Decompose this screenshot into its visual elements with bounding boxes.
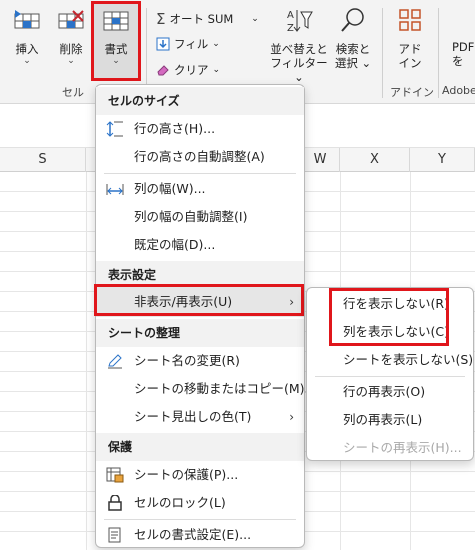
row-height-item[interactable]: 行の高さ(H)... — [96, 115, 304, 143]
hide-sheet-item[interactable]: シートを表示しない(S) — [307, 346, 473, 374]
autofit-row-label: 行の高さの自動調整(A) — [134, 149, 265, 164]
find-select-button[interactable]: 検索と 選択 ⌄ — [330, 6, 376, 70]
addins-grid-icon — [399, 9, 421, 31]
protect-sheet-icon — [106, 467, 124, 483]
group-label-cells: セル — [62, 86, 84, 99]
group-divider — [438, 8, 439, 98]
sort-filter-icon: A Z — [287, 10, 313, 34]
chevron-right-icon: › — [289, 410, 294, 424]
column-header-W[interactable]: W — [300, 148, 340, 172]
section-organize-sheets: シートの整理 — [96, 319, 304, 347]
format-cells-label: セルの書式設定(E)... — [134, 527, 252, 542]
format-dropdown-menu: セルのサイズ 行の高さ(H)... 行の高さの自動調整(A) 列の幅(W)...… — [95, 84, 316, 549]
grid-line — [86, 172, 87, 550]
section-cell-size: セルのサイズ — [96, 87, 304, 115]
fill-label: フィル — [174, 37, 209, 51]
sort-filter-button[interactable]: A Z 並べ替えと フィルター ⌄ — [270, 6, 328, 84]
magnifier-icon — [341, 8, 364, 32]
insert-label: 挿入 — [15, 42, 39, 56]
default-width-label: 既定の幅(D)... — [134, 237, 216, 252]
find-select-label-2: 選択 ⌄ — [334, 56, 372, 70]
format-cells-dialog-icon — [108, 527, 121, 543]
unhide-columns-label: 列の再表示(L) — [343, 412, 423, 427]
move-copy-sheet-label: シートの移動またはコピー(M)... — [134, 381, 317, 396]
default-width-item[interactable]: 既定の幅(D)... — [96, 231, 304, 259]
sigma-icon: Σ — [156, 10, 166, 28]
column-width-item[interactable]: 列の幅(W)... — [96, 175, 304, 203]
protect-sheet-label: シートの保護(P)... — [134, 467, 239, 482]
unhide-rows-item[interactable]: 行の再表示(O) — [307, 378, 473, 406]
tab-color-label: シート見出しの色(T) — [134, 409, 252, 424]
group-divider — [382, 8, 383, 98]
clear-button[interactable]: クリア ⌄ — [156, 62, 220, 78]
column-header-S[interactable]: S — [0, 148, 86, 172]
group-label-adobe: Adobe — [442, 84, 475, 97]
delete-label: 削除 — [59, 42, 83, 56]
chevron-down-icon: ⌄ — [67, 56, 75, 66]
autofit-column-label: 列の幅の自動調整(I) — [134, 209, 248, 224]
autosum-button[interactable]: Σ オート SUM ⌄ — [156, 10, 259, 28]
find-select-label-1: 検索と — [335, 42, 371, 56]
unhide-sheet-label: シートの再表示(H)... — [343, 440, 462, 455]
hide-rows-columns-highlight — [329, 288, 449, 346]
rename-sheet-label: シート名の変更(R) — [134, 353, 240, 368]
menu-separator — [315, 376, 465, 377]
fill-down-icon — [156, 37, 170, 51]
move-copy-sheet-item[interactable]: シートの移動またはコピー(M)... — [96, 375, 316, 403]
lock-cell-item[interactable]: セルのロック(L) — [96, 489, 304, 517]
unhide-rows-label: 行の再表示(O) — [343, 384, 426, 399]
adobe-label-1: PDF — [452, 40, 475, 54]
svg-text:A: A — [287, 10, 294, 21]
sort-filter-label-2: フィルター ⌄ — [270, 56, 328, 84]
insert-cells-icon — [14, 10, 40, 29]
svg-text:Z: Z — [287, 23, 294, 34]
addins-button[interactable]: アド イン — [388, 6, 432, 70]
format-button-highlight — [91, 1, 141, 81]
chevron-down-icon: ⌄ — [212, 65, 221, 75]
row-height-label: 行の高さ(H)... — [134, 121, 216, 136]
unhide-columns-item[interactable]: 列の再表示(L) — [307, 406, 473, 434]
addins-label-2: イン — [398, 56, 422, 70]
adobe-label-2: を — [452, 54, 464, 68]
autosum-label: オート SUM — [169, 12, 234, 26]
sort-filter-label-1: 並べ替えと — [270, 42, 328, 56]
column-header-X[interactable]: X — [340, 148, 410, 172]
column-header-Y[interactable]: Y — [410, 148, 475, 172]
section-protection: 保護 — [96, 433, 304, 461]
adobe-button[interactable]: PDF を — [452, 40, 475, 68]
chevron-down-icon: ⌄ — [251, 14, 259, 24]
format-cells-item[interactable]: セルの書式設定(E)... — [96, 521, 304, 549]
clear-label: クリア — [174, 63, 209, 77]
unhide-sheet-item: シートの再表示(H)... — [307, 434, 473, 462]
chevron-down-icon: ⌄ — [23, 56, 31, 66]
rename-pencil-icon — [108, 354, 122, 369]
lock-cell-label: セルのロック(L) — [134, 495, 226, 510]
autofit-row-item[interactable]: 行の高さの自動調整(A) — [96, 143, 304, 171]
delete-cells-icon — [58, 10, 84, 29]
menu-separator — [104, 519, 296, 520]
insert-button[interactable]: 挿入 ⌄ — [6, 6, 48, 66]
tab-color-item[interactable]: シート見出しの色(T) › — [96, 403, 304, 431]
column-width-label: 列の幅(W)... — [134, 181, 206, 196]
lock-icon — [108, 495, 122, 511]
addins-label-1: アド — [398, 42, 422, 56]
hide-unhide-highlight — [94, 284, 304, 316]
autofit-column-item[interactable]: 列の幅の自動調整(I) — [96, 203, 304, 231]
chevron-down-icon: ⌄ — [212, 39, 220, 49]
eraser-icon — [157, 65, 169, 76]
row-height-icon — [106, 121, 123, 137]
group-label-addins: アドイン — [390, 86, 434, 99]
protect-sheet-item[interactable]: シートの保護(P)... — [96, 461, 304, 489]
rename-sheet-item[interactable]: シート名の変更(R) — [96, 347, 304, 375]
delete-button[interactable]: 削除 ⌄ — [50, 6, 92, 66]
fill-button[interactable]: フィル ⌄ — [156, 36, 220, 52]
menu-separator — [104, 173, 296, 174]
hide-sheet-label: シートを表示しない(S) — [343, 352, 474, 367]
column-width-icon — [106, 184, 124, 195]
